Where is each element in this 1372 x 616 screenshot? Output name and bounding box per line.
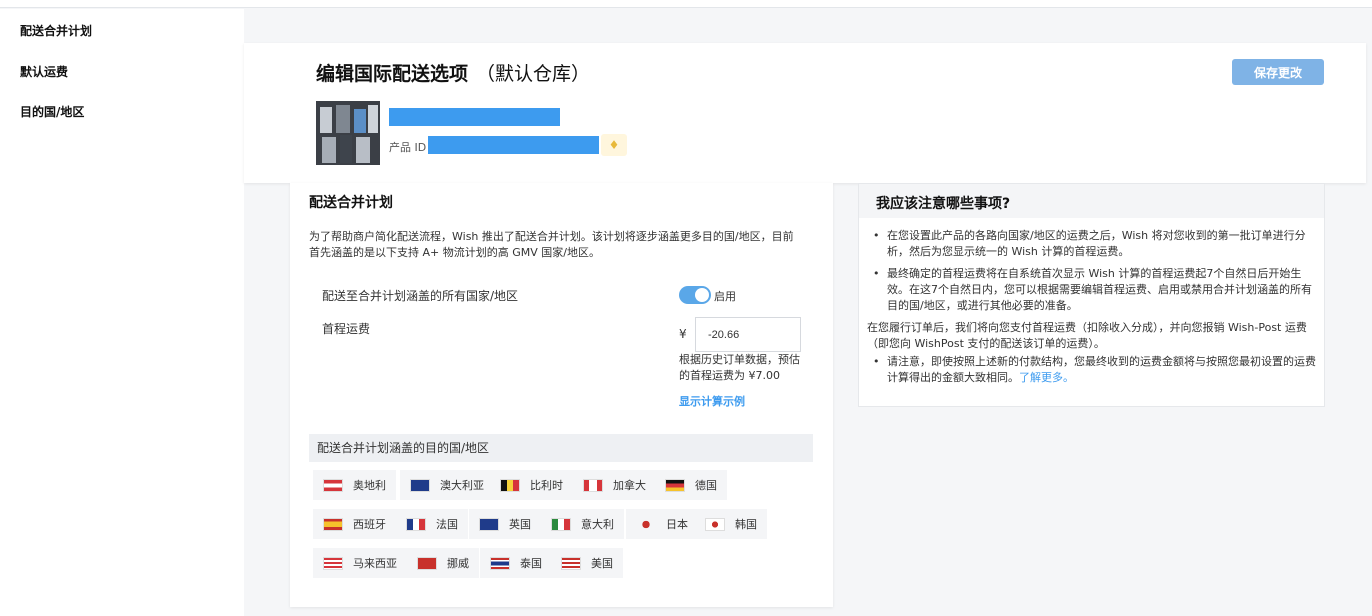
region-name: 比利时 bbox=[530, 479, 563, 492]
page-subtitle: （默认仓库） bbox=[476, 63, 591, 85]
japan-flag-icon bbox=[636, 517, 656, 531]
notes-title: 我应该注意哪些事项? bbox=[876, 196, 1011, 212]
uk-flag-icon bbox=[479, 517, 499, 531]
region-chip-usa: 美国 bbox=[551, 548, 623, 578]
region-chip-spain: 西班牙 bbox=[313, 509, 396, 539]
sidebar-item-destinations[interactable]: 目的国/地区 bbox=[20, 103, 84, 120]
region-name: 韩国 bbox=[735, 518, 757, 531]
australia-flag-icon bbox=[410, 478, 430, 492]
fee-estimate-text: 根据历史订单数据，预估的首程运费为 ¥7.00 bbox=[679, 353, 800, 382]
region-name: 泰国 bbox=[520, 557, 542, 570]
product-name-redacted bbox=[389, 108, 560, 126]
region-name: 挪威 bbox=[447, 557, 469, 570]
region-name: 加拿大 bbox=[613, 479, 646, 492]
sidebar-item-default-shipping[interactable]: 默认运费 bbox=[20, 63, 68, 80]
region-chip-norway: 挪威 bbox=[407, 548, 479, 578]
region-chip-japan: 日本 bbox=[626, 509, 698, 539]
region-chip-germany: 德国 bbox=[655, 470, 727, 500]
sidebar: 配送合并计划 默认运费 目的国/地区 bbox=[0, 9, 244, 616]
product-id-redacted bbox=[428, 136, 599, 154]
region-name: 西班牙 bbox=[353, 518, 386, 531]
region-name: 法国 bbox=[436, 518, 458, 531]
diamond-icon: ♦ bbox=[601, 134, 627, 156]
region-name: 意大利 bbox=[581, 518, 614, 531]
region-chip-austria: 奥地利 bbox=[313, 470, 396, 500]
notes-bullet: 在您设置此产品的各路向国家/地区的运费之后，Wish 将对您收到的第一批订单进行… bbox=[867, 228, 1319, 260]
page-title-text: 编辑国际配送选项 bbox=[316, 63, 469, 85]
toggle-knob bbox=[695, 288, 709, 302]
merge-all-destinations-label: 配送至合并计划涵盖的所有国家/地区 bbox=[322, 289, 519, 303]
france-flag-icon bbox=[406, 517, 426, 531]
notes-body: 在您设置此产品的各路向国家/地区的运费之后，Wish 将对您收到的第一批订单进行… bbox=[867, 228, 1319, 392]
currency-symbol: ¥ bbox=[679, 327, 687, 341]
notes-bullet: 最终确定的首程运费将在自系统首次显示 Wish 计算的首程运费起7个自然日后开始… bbox=[867, 266, 1319, 314]
usa-flag-icon bbox=[561, 556, 581, 570]
notes-header: 我应该注意哪些事项? bbox=[859, 184, 1324, 218]
region-chip-italy: 意大利 bbox=[541, 509, 624, 539]
region-chip-canada: 加拿大 bbox=[573, 470, 656, 500]
merge-plan-description: 为了帮助商户简化配送流程，Wish 推出了配送合并计划。该计划将逐步涵盖更多目的… bbox=[309, 230, 794, 259]
malaysia-flag-icon bbox=[323, 556, 343, 570]
korea-flag-icon bbox=[705, 517, 725, 531]
austria-flag-icon bbox=[323, 478, 343, 492]
region-name: 澳大利亚 bbox=[440, 479, 484, 492]
italy-flag-icon bbox=[551, 517, 571, 531]
page-title: 编辑国际配送选项 （默认仓库） bbox=[316, 59, 590, 86]
regions-header: 配送合并计划涵盖的目的国/地区 bbox=[309, 434, 813, 462]
merge-plan-card: 配送合并计划 为了帮助商户简化配送流程，Wish 推出了配送合并计划。该计划将逐… bbox=[290, 183, 833, 607]
notes-paragraph: 在您履行订单后，我们将向您支付首程运费（扣除收入分成），并向您报销 Wish-P… bbox=[867, 321, 1307, 350]
save-button[interactable]: 保存更改 bbox=[1232, 59, 1324, 85]
header-card: 编辑国际配送选项 （默认仓库） 保存更改 产品 ID ♦ bbox=[244, 43, 1366, 183]
show-calculation-example-link[interactable]: 显示计算示例 bbox=[679, 393, 745, 409]
region-chip-australia: 澳大利亚 bbox=[400, 470, 494, 500]
region-name: 日本 bbox=[666, 518, 688, 531]
learn-more-link[interactable]: 了解更多。 bbox=[1019, 371, 1074, 384]
notes-card: 我应该注意哪些事项? 在您设置此产品的各路向国家/地区的运费之后，Wish 将对… bbox=[858, 183, 1325, 407]
region-chip-malaysia: 马来西亚 bbox=[313, 548, 407, 578]
thailand-flag-icon bbox=[490, 556, 510, 570]
notes-bullet-text: 请注意，即使按照上述新的付款结构，您最终收到的运费金额将与按照您最初设置的运费计… bbox=[887, 355, 1316, 384]
merge-plan-toggle[interactable] bbox=[679, 286, 711, 304]
region-name: 奥地利 bbox=[353, 479, 386, 492]
notes-bullet: 请注意，即使按照上述新的付款结构，您最终收到的运费金额将与按照您最初设置的运费计… bbox=[867, 354, 1319, 386]
region-name: 德国 bbox=[695, 479, 717, 492]
region-chip-uk: 英国 bbox=[469, 509, 541, 539]
belgium-flag-icon bbox=[500, 478, 520, 492]
top-bar bbox=[0, 0, 1372, 8]
region-chip-korea: 韩国 bbox=[695, 509, 767, 539]
sidebar-item-merge-plan[interactable]: 配送合并计划 bbox=[20, 22, 92, 39]
norway-flag-icon bbox=[417, 556, 437, 570]
toggle-status-text: 启用 bbox=[714, 290, 736, 303]
region-name: 英国 bbox=[509, 518, 531, 531]
first-mile-fee-label: 首程运费 bbox=[322, 322, 371, 336]
spain-flag-icon bbox=[323, 517, 343, 531]
region-name: 美国 bbox=[591, 557, 613, 570]
product-thumbnail bbox=[316, 101, 380, 165]
region-name: 马来西亚 bbox=[353, 557, 397, 570]
first-mile-fee-input[interactable] bbox=[695, 317, 801, 352]
canada-flag-icon bbox=[583, 478, 603, 492]
merge-plan-title: 配送合并计划 bbox=[309, 195, 393, 211]
region-chip-france: 法国 bbox=[396, 509, 468, 539]
product-id-label: 产品 ID bbox=[389, 141, 427, 154]
region-chip-belgium: 比利时 bbox=[490, 470, 573, 500]
germany-flag-icon bbox=[665, 478, 685, 492]
region-chip-thailand: 泰国 bbox=[480, 548, 552, 578]
